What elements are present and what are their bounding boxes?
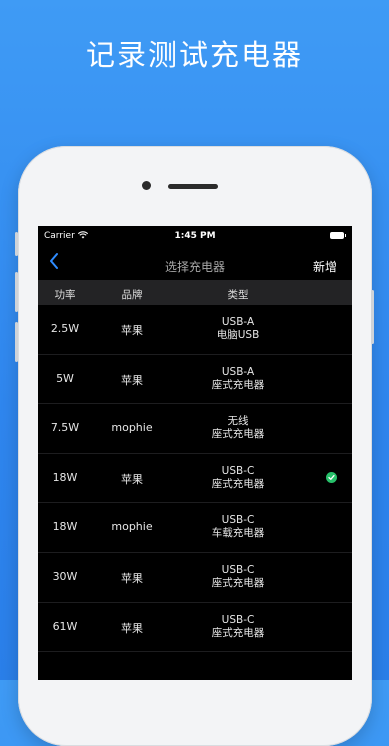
row-power: 61W	[52, 619, 78, 633]
row-power: 7.5W	[50, 421, 80, 435]
status-time: 1:45 PM	[174, 231, 216, 241]
table-row-selected[interactable]: 18W 苹果 USB-C 座式充电器	[38, 454, 352, 504]
column-header-power: 功率	[54, 289, 76, 301]
table-row[interactable]: 30W 苹果 USB-C 座式充电器	[38, 553, 352, 603]
charger-list: 2.5W 苹果 USB-A 电脑USB 5W 苹果 USB-A 座式充电器 7.5W…	[38, 305, 352, 653]
page-title: 选择充电器	[164, 260, 225, 274]
promo-headline: 记录测试充电器	[85, 38, 303, 72]
row-power: 18W	[52, 520, 78, 534]
add-charger-button[interactable]: 新增	[313, 258, 337, 275]
table-row[interactable]: 18W mophie USB-C 车载充电器	[38, 503, 352, 553]
phone-screen: Carrier 1:45 PM 选择充电器 新增 功率 品牌 类型 2.5W 苹…	[38, 226, 352, 680]
row-type: USB-A 电脑USB	[216, 316, 260, 341]
table-row[interactable]: 7.5W mophie 无线 座式充电器	[38, 404, 352, 454]
navigation-bar: 选择充电器 新增	[38, 246, 352, 280]
row-type: USB-A 座式充电器	[211, 365, 265, 391]
table-header: 功率 品牌 类型	[38, 280, 352, 305]
front-camera	[142, 181, 151, 190]
row-brand: 苹果	[121, 472, 143, 486]
row-brand: 苹果	[121, 324, 143, 337]
row-type: USB-C 车载充电器	[211, 514, 265, 540]
mute-switch	[15, 232, 18, 256]
table-row[interactable]: 5W 苹果 USB-A 座式充电器	[38, 355, 352, 405]
row-power: 2.5W	[50, 322, 80, 335]
row-brand: 苹果	[121, 621, 143, 635]
earpiece-speaker	[168, 184, 218, 189]
table-row[interactable]: 61W 苹果 USB-C 座式充电器	[38, 603, 352, 653]
row-type: USB-C 座式充电器	[211, 563, 265, 589]
row-type: 无线 座式充电器	[211, 415, 265, 441]
status-bar: Carrier 1:45 PM	[38, 226, 352, 246]
row-type: USB-C 座式充电器	[211, 464, 265, 490]
row-brand: 苹果	[121, 571, 143, 585]
battery-icon	[330, 232, 346, 239]
row-power: 30W	[52, 569, 78, 583]
volume-up-button	[15, 272, 18, 312]
volume-down-button	[15, 322, 18, 362]
row-power: 18W	[52, 470, 78, 484]
table-row[interactable]: 2.5W 苹果 USB-A 电脑USB	[38, 305, 352, 355]
power-button	[371, 290, 374, 344]
column-header-type: 类型	[227, 289, 249, 301]
row-type: USB-C 座式充电器	[211, 613, 265, 639]
row-power: 5W	[56, 371, 74, 385]
checkmark-circle-icon	[326, 471, 337, 483]
row-brand: 苹果	[121, 373, 143, 387]
row-brand: mophie	[111, 520, 153, 534]
column-header-brand: 品牌	[121, 289, 143, 301]
row-brand: mophie	[111, 421, 153, 435]
